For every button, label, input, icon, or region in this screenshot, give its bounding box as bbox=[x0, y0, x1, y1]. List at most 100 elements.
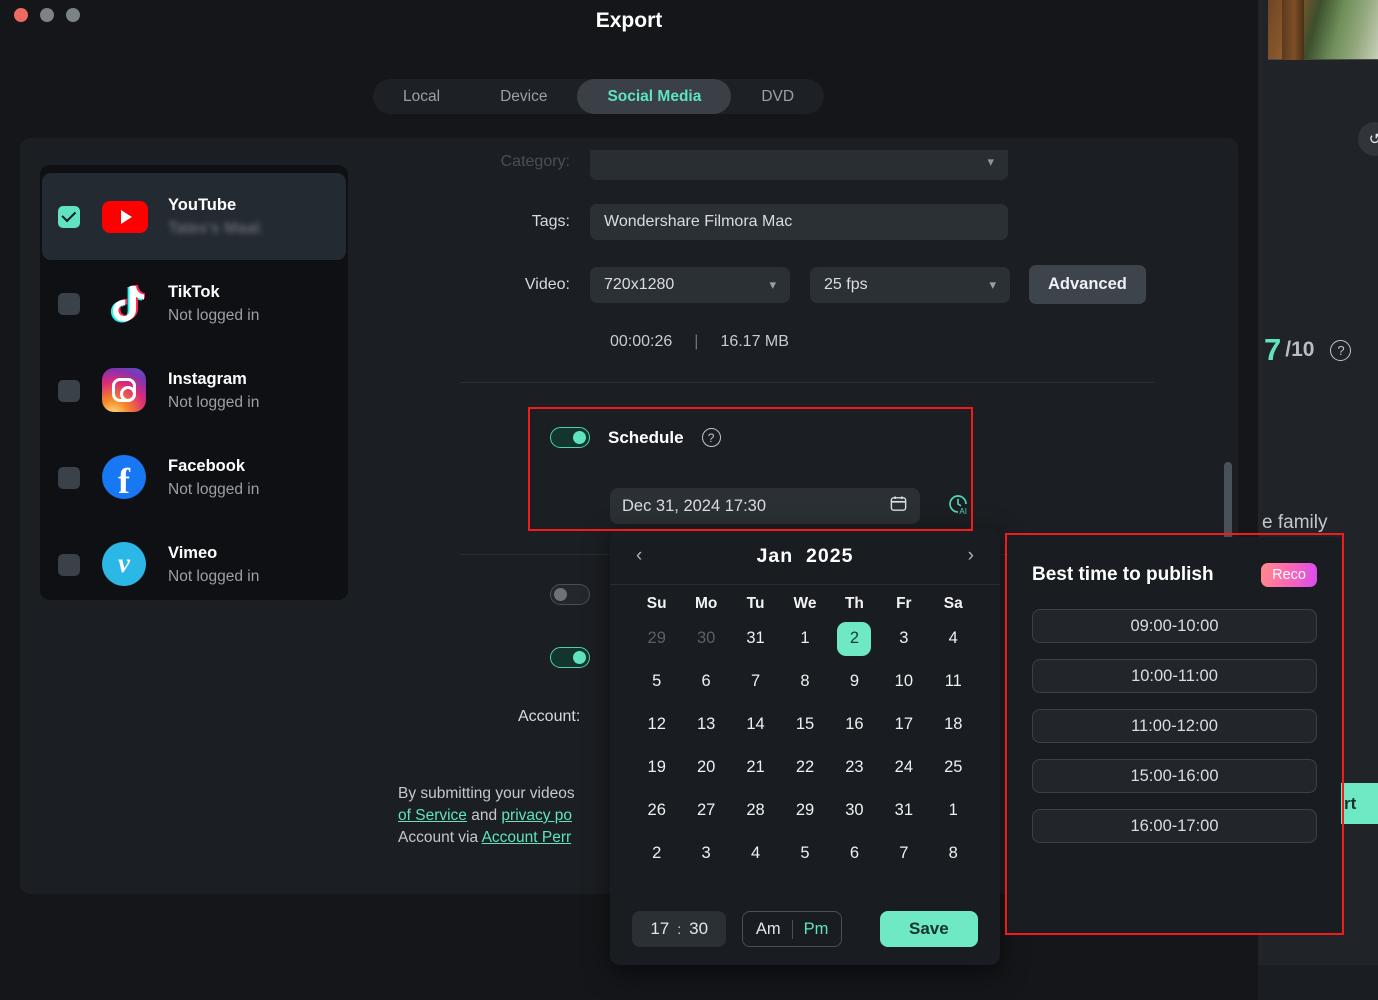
account-row-youtube[interactable]: YouTube Tatex’s Maal. bbox=[42, 173, 346, 260]
instagram-icon bbox=[102, 367, 148, 414]
calendar-day[interactable]: 25 bbox=[929, 748, 978, 787]
score-value: 7 bbox=[1264, 332, 1282, 367]
calendar-day[interactable]: 2 bbox=[632, 834, 681, 873]
calendar-day[interactable]: 3 bbox=[681, 834, 730, 873]
calendar-day-selected[interactable]: 2 bbox=[830, 619, 879, 658]
calendar-day[interactable]: 20 bbox=[681, 748, 730, 787]
calendar-day[interactable]: 15 bbox=[780, 705, 829, 744]
calendar-header: ‹ Jan 2025 › bbox=[610, 528, 1000, 584]
account-permission-link[interactable]: Account Perr bbox=[482, 829, 572, 846]
calendar-day[interactable]: 7 bbox=[731, 662, 780, 701]
tab-social-media[interactable]: Social Media bbox=[577, 79, 732, 114]
calendar-day[interactable]: 31 bbox=[731, 619, 780, 658]
calendar-day[interactable]: 18 bbox=[929, 705, 978, 744]
calendar-day[interactable]: 1 bbox=[780, 619, 829, 658]
calendar-day[interactable]: 8 bbox=[929, 834, 978, 873]
account-checkbox-instagram[interactable] bbox=[58, 379, 80, 402]
calendar-day[interactable]: 24 bbox=[879, 748, 928, 787]
score-help-icon[interactable]: ? bbox=[1330, 339, 1352, 361]
video-label: Video: bbox=[524, 275, 570, 293]
tab-device[interactable]: Device bbox=[470, 79, 577, 114]
calendar-day[interactable]: 13 bbox=[681, 705, 730, 744]
category-select[interactable]: ▾ bbox=[590, 150, 1008, 180]
background-caption: e family bbox=[1262, 512, 1328, 533]
calendar-day[interactable]: 1 bbox=[929, 791, 978, 830]
calendar-day[interactable]: 8 bbox=[780, 662, 829, 701]
tags-input[interactable]: Wondershare Filmora Mac bbox=[590, 204, 1008, 240]
filesize-value: 16.17 MB bbox=[720, 333, 789, 350]
social-accounts-list: YouTube Tatex’s Maal. TikTok Not logged … bbox=[40, 165, 348, 600]
calendar-day[interactable]: 5 bbox=[780, 834, 829, 873]
hour-value: 17 bbox=[650, 919, 670, 938]
account-status: Not logged in bbox=[168, 306, 260, 324]
calendar-day[interactable]: 10 bbox=[879, 662, 928, 701]
account-checkbox-tiktok[interactable] bbox=[58, 292, 80, 315]
calendar-day[interactable]: 11 bbox=[929, 662, 978, 701]
meridiem-selector[interactable]: Am Pm bbox=[742, 911, 842, 947]
calendar-day[interactable]: 9 bbox=[830, 662, 879, 701]
calendar-day[interactable]: 3 bbox=[879, 619, 928, 658]
calendar-day[interactable]: 31 bbox=[879, 791, 928, 830]
calendar-day[interactable]: 26 bbox=[632, 791, 681, 830]
account-checkbox-youtube[interactable] bbox=[58, 205, 80, 228]
weekday-sa: Sa bbox=[943, 595, 963, 612]
account-row-vimeo[interactable]: v Vimeo Not logged in bbox=[42, 521, 346, 608]
calendar-day-label: 2 bbox=[837, 621, 872, 656]
calendar-day[interactable]: 6 bbox=[681, 662, 730, 701]
screen: ↺ 7 /10 ? e family rt Export Local Devic… bbox=[0, 0, 1378, 1000]
account-name: Facebook bbox=[168, 456, 246, 475]
privacy-policy-link[interactable]: privacy po bbox=[501, 807, 572, 824]
calendar-day[interactable]: 30 bbox=[681, 619, 730, 658]
chevron-left-icon[interactable]: ‹ bbox=[636, 545, 642, 567]
account-row-instagram[interactable]: Instagram Not logged in bbox=[42, 347, 346, 434]
calendar-day[interactable]: 22 bbox=[780, 748, 829, 787]
calendar-day[interactable]: 14 bbox=[731, 705, 780, 744]
account-row-tiktok[interactable]: TikTok Not logged in bbox=[42, 260, 346, 347]
score-denominator: /10 bbox=[1285, 338, 1315, 361]
facebook-icon: f bbox=[102, 454, 148, 501]
calendar-day[interactable]: 17 bbox=[879, 705, 928, 744]
calendar-day[interactable]: 30 bbox=[830, 791, 879, 830]
calendar-day[interactable]: 23 bbox=[830, 748, 879, 787]
minute-value: 30 bbox=[689, 919, 709, 938]
account-checkbox-vimeo[interactable] bbox=[58, 553, 80, 576]
chevron-right-icon[interactable]: › bbox=[968, 545, 974, 567]
calendar-day[interactable]: 19 bbox=[632, 748, 681, 787]
output-meta-row: 00:00:26 | 16.17 MB bbox=[610, 333, 789, 351]
chevron-down-icon: ▾ bbox=[989, 276, 996, 292]
calendar-day[interactable]: 5 bbox=[632, 662, 681, 701]
calendar-day[interactable]: 4 bbox=[929, 619, 978, 658]
highlight-best-time-region bbox=[1005, 533, 1344, 935]
save-button[interactable]: Save bbox=[879, 911, 978, 947]
time-input[interactable]: 17 : 30 bbox=[632, 911, 727, 947]
calendar-day[interactable]: 6 bbox=[830, 834, 879, 873]
calendar-day[interactable]: 27 bbox=[681, 791, 730, 830]
advanced-button[interactable]: Advanced bbox=[1029, 265, 1146, 304]
tags-row: Tags: Wondershare Filmora Mac bbox=[380, 204, 1008, 240]
tab-dvd[interactable]: DVD bbox=[731, 79, 824, 114]
am-option[interactable]: Am bbox=[756, 920, 781, 939]
resolution-select[interactable]: 720x1280 ▾ bbox=[590, 266, 790, 303]
export-target-tabs: Local Device Social Media DVD bbox=[373, 79, 825, 114]
video-row: Video: 720x1280 ▾ 25 fps ▾ Advanced bbox=[380, 265, 1146, 304]
account-checkbox-facebook[interactable] bbox=[58, 466, 80, 489]
calendar-day[interactable]: 12 bbox=[632, 705, 681, 744]
date-picker-popup: ‹ Jan 2025 › Su Mo Tu We Th Fr Sa 29 30 31… bbox=[610, 528, 1000, 965]
calendar-day[interactable]: 29 bbox=[632, 619, 681, 658]
calendar-day[interactable]: 16 bbox=[830, 705, 879, 744]
fps-select[interactable]: 25 fps ▾ bbox=[810, 266, 1010, 303]
meridiem-divider bbox=[791, 919, 793, 939]
tab-local[interactable]: Local bbox=[373, 79, 470, 114]
option-two-toggle[interactable] bbox=[550, 584, 590, 605]
calendar-day[interactable]: 4 bbox=[731, 834, 780, 873]
calendar-day[interactable]: 21 bbox=[731, 748, 780, 787]
background-footer-bar bbox=[1258, 965, 1378, 1000]
option-three-toggle[interactable] bbox=[550, 647, 590, 668]
account-row-facebook[interactable]: f Facebook Not logged in bbox=[42, 434, 346, 521]
calendar-day[interactable]: 7 bbox=[879, 834, 928, 873]
time-colon: : bbox=[677, 921, 682, 937]
calendar-day[interactable]: 29 bbox=[780, 791, 829, 830]
pm-option[interactable]: Pm bbox=[804, 920, 829, 939]
calendar-day[interactable]: 28 bbox=[731, 791, 780, 830]
terms-of-service-link[interactable]: of Service bbox=[398, 807, 467, 824]
